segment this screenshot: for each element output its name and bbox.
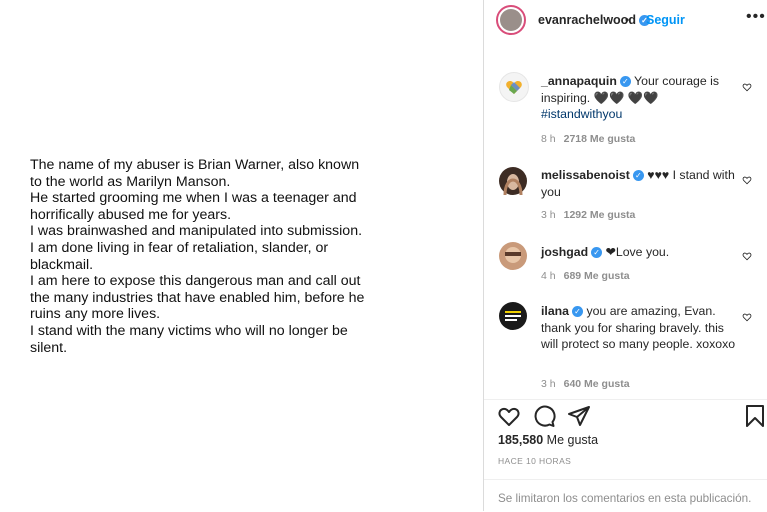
comment-username[interactable]: _annapaquin (541, 74, 617, 88)
commenter-photo (505, 311, 521, 321)
comment-username[interactable]: ilana (541, 304, 569, 318)
author-avatar[interactable] (496, 5, 526, 35)
comment-message: you are amazing, Evan. thank you for sha… (541, 304, 736, 352)
comment-time[interactable]: 3 h (541, 378, 556, 390)
commenter-avatar[interactable] (499, 302, 527, 330)
verified-icon: ✓ (619, 76, 631, 88)
heart-icon[interactable] (497, 404, 521, 428)
post-text: The name of my abuser is Brian Warner, a… (30, 157, 410, 356)
comment-likes[interactable]: 689 Me gusta (564, 270, 630, 282)
author-username[interactable]: evanrachelwood ✓ (538, 13, 650, 27)
post-image: The name of my abuser is Brian Warner, a… (0, 0, 483, 511)
comment-likes[interactable]: 2718 Me gusta (564, 133, 636, 145)
heart-icon[interactable] (742, 82, 752, 92)
post-text-line: ruins any more lives. (30, 306, 161, 323)
post-text-line: I am here to expose this dangerous man a… (30, 273, 361, 290)
post-text-line: I stand with the many victims who will n… (30, 322, 348, 339)
commenter-photo (505, 247, 521, 263)
share-icon[interactable] (567, 404, 591, 428)
comment-message: ❤Love you. (602, 245, 670, 259)
comment-username[interactable]: melissabenoist (541, 168, 630, 182)
comment-text: joshgad ✓ ❤Love you. (541, 244, 737, 261)
comment: _annapaquin ✓ Your courage is inspiring. … (484, 70, 767, 150)
comments-disabled-footer: Se limitaron los comentarios en esta pub… (484, 479, 767, 512)
comment: joshgad ✓ ❤Love you. 4 h 689 Me gusta (484, 242, 767, 287)
comment-meta: 3 h 1292 Me gusta (541, 209, 635, 221)
post-timestamp[interactable]: HACE 10 HORAS (498, 456, 571, 466)
comment-text: _annapaquin ✓ Your courage is inspiring. … (541, 73, 737, 123)
heart-icon[interactable] (742, 251, 752, 261)
post-text-line: I was brainwashed and manipulated into s… (30, 223, 363, 240)
comment-likes[interactable]: 640 Me gusta (564, 378, 630, 390)
post-text-line: blackmail. (30, 256, 94, 273)
post-side-panel: evanrachelwood ✓ • Seguir ••• _annapaquin… (483, 0, 767, 511)
hashtag-link[interactable]: #istandwithyou (541, 107, 622, 121)
author-username-text[interactable]: evanrachelwood (538, 13, 636, 27)
post-text-line: horrifically abused me for years. (30, 206, 232, 223)
comment-time[interactable]: 3 h (541, 209, 556, 221)
comment-text: melissabenoist ✓ ♥♥♥ I stand with you (541, 167, 737, 200)
action-bar (484, 399, 767, 432)
post-header: evanrachelwood ✓ • Seguir ••• (484, 0, 767, 42)
commenter-avatar[interactable] (499, 167, 527, 196)
more-options-icon[interactable]: ••• (746, 8, 766, 26)
commenter-photo (503, 174, 523, 196)
comment-time[interactable]: 4 h (541, 270, 556, 282)
comment-likes[interactable]: 1292 Me gusta (564, 209, 636, 221)
rainbow-heart-icon (506, 81, 522, 94)
post-likes[interactable]: 185,580 Me gusta (498, 433, 598, 447)
comment-username[interactable]: joshgad (541, 245, 588, 259)
comment: melissabenoist ✓ ♥♥♥ I stand with you 3 h… (484, 165, 767, 225)
verified-icon: ✓ (591, 247, 603, 259)
bookmark-icon[interactable] (743, 404, 767, 428)
post-likes-count[interactable]: 185,580 (498, 433, 543, 447)
comment-icon[interactable] (532, 404, 556, 428)
post-text-line: to the world as Marilyn Manson. (30, 173, 231, 190)
comment-meta: 4 h 689 Me gusta (541, 270, 630, 282)
comment: ilana ✓ you are amazing, Evan. thank you … (484, 302, 767, 392)
heart-icon[interactable] (742, 312, 752, 322)
verified-icon: ✓ (632, 170, 644, 182)
post-text-line: silent. (30, 339, 68, 356)
commenter-avatar[interactable] (499, 72, 529, 102)
comment-meta: 3 h 640 Me gusta (541, 378, 630, 390)
commenter-avatar[interactable] (499, 242, 527, 270)
separator-dot: • (625, 13, 630, 27)
comment-text: ilana ✓ you are amazing, Evan. thank you … (541, 303, 737, 353)
post-text-line: The name of my abuser is Brian Warner, a… (30, 157, 360, 173)
follow-button[interactable]: Seguir (646, 13, 685, 27)
comment-time[interactable]: 8 h (541, 133, 556, 145)
post-text-line: He started grooming me when I was a teen… (30, 190, 357, 207)
heart-icon[interactable] (742, 175, 752, 185)
post-text-line: I am done living in fear of retaliation,… (30, 239, 329, 256)
comments-disabled-text: Se limitaron los comentarios en esta pub… (498, 492, 752, 505)
verified-icon: ✓ (572, 306, 584, 318)
post-text-line: the many industries that have enabled hi… (30, 289, 365, 306)
comment-meta: 8 h 2718 Me gusta (541, 133, 635, 145)
post-likes-label[interactable]: Me gusta (543, 433, 598, 447)
